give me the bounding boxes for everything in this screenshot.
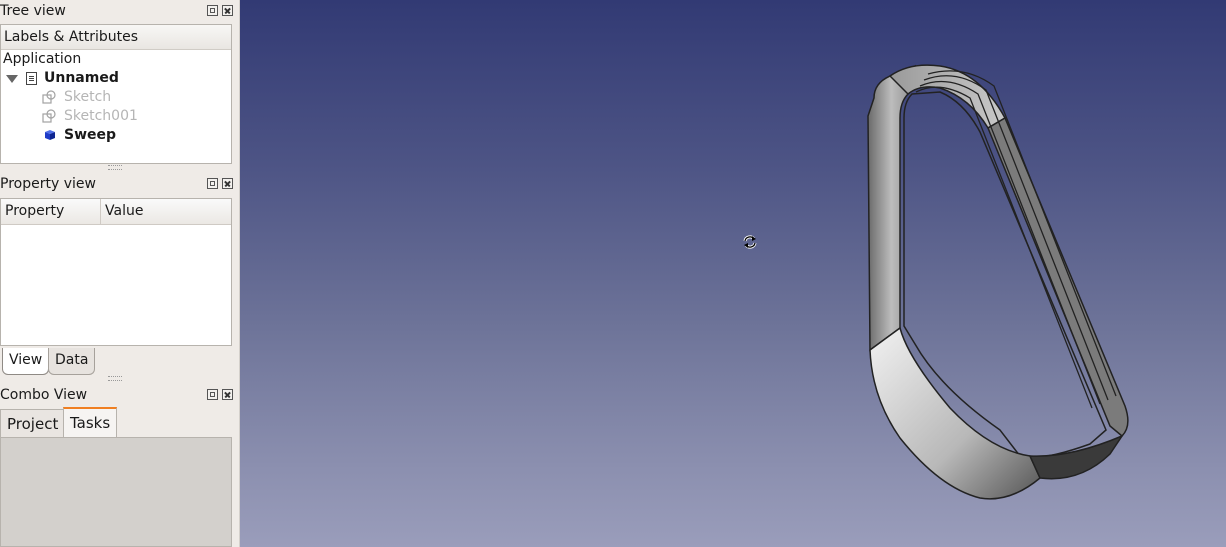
document-icon [26,72,37,85]
tree-item-sketch001[interactable]: Sketch001 [1,107,231,126]
resize-grip[interactable] [108,376,122,381]
close-icon[interactable] [222,178,233,189]
column-header-property[interactable]: Property [1,199,101,224]
tab-project[interactable]: Project [0,409,66,437]
tree-item-label: Sweep [64,127,117,143]
sketch-icon [42,109,56,123]
tab-tasks[interactable]: Tasks [63,407,118,437]
property-view-titlebar[interactable]: Property view [0,174,233,194]
resize-grip[interactable] [108,165,122,170]
application-label: Application [3,51,82,67]
property-view-title: Property view [0,176,96,192]
tree-view-titlebar[interactable]: Tree view [0,1,233,21]
expand-triangle-icon[interactable] [6,75,18,83]
close-icon[interactable] [222,389,233,400]
column-header-value[interactable]: Value [101,199,143,224]
float-icon[interactable] [207,389,218,400]
tree-item-label: Unnamed [44,70,119,86]
tasks-panel[interactable] [0,437,232,547]
sweep-solid-model[interactable] [860,58,1160,508]
tree-item-sketch[interactable]: Sketch [1,88,231,107]
combo-view-title: Combo View [0,387,88,403]
tab-view[interactable]: View [2,348,50,375]
tree-view-title: Tree view [0,3,66,19]
solid-cube-icon [45,130,55,140]
tree-item-sweep[interactable]: Sweep [1,126,231,145]
combo-view-titlebar[interactable]: Combo View [0,385,233,405]
float-icon[interactable] [207,5,218,16]
property-table-header: Property Value [1,199,231,225]
property-table[interactable]: Property Value [0,198,232,346]
tree-view[interactable]: Labels & Attributes Application Unnamed … [0,24,232,164]
tree-item-label: Sketch [64,89,112,105]
rotate-cursor-icon [743,235,757,249]
tree-item-unnamed[interactable]: Unnamed [1,69,231,88]
sketch-icon [42,90,56,104]
left-dock: Tree view Labels & Attributes Applicatio… [0,0,239,547]
tree-item-label: Sketch001 [64,108,138,124]
3d-viewport[interactable] [240,0,1226,547]
float-icon[interactable] [207,178,218,189]
tree-header[interactable]: Labels & Attributes [1,25,231,50]
tab-data[interactable]: Data [48,348,96,375]
close-icon[interactable] [222,5,233,16]
